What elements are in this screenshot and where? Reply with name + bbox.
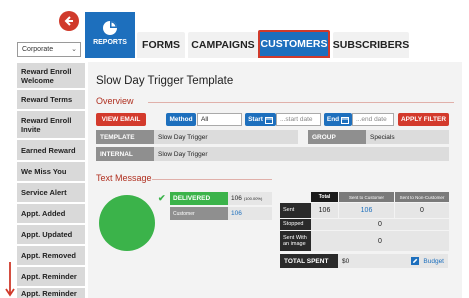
table-header-sent-customer: Sent to Customer [339, 192, 394, 202]
sidebar-item[interactable]: Appt. Reminder [17, 267, 85, 287]
table-row-label-image: Sent With an image [280, 231, 311, 251]
divider [152, 179, 272, 180]
end-date-input[interactable]: ...end date [352, 113, 394, 126]
text-message-heading: Text Message [96, 173, 152, 183]
tab-campaigns[interactable]: CAMPAIGNS [188, 32, 258, 58]
start-date-input[interactable]: ...start date [276, 113, 321, 126]
table-row-label-sent: Sent [280, 203, 311, 218]
page-title: Slow Day Trigger Template [96, 75, 234, 87]
main-panel: Slow Day Trigger Template Overview VIEW … [88, 62, 462, 298]
delivered-count: 106 [231, 195, 242, 202]
start-date-label: Start [248, 116, 263, 123]
table-cell-image: 0 [311, 231, 449, 251]
table-cell-sent-customer[interactable]: 106 [339, 203, 394, 218]
table-row-label-stopped: Stopped [280, 219, 311, 230]
end-date-label: End [326, 116, 340, 123]
sidebar-item[interactable]: Appt. Added [17, 204, 85, 224]
table-cell-sent-total: 106 [311, 203, 338, 218]
template-value: Slow Day Trigger [154, 130, 298, 144]
sidebar-item[interactable]: Appt. Updated [17, 225, 85, 245]
top-nav: REPORTS FORMS CAMPAIGNS CUSTOMERS SUBSCR… [85, 12, 469, 58]
sidebar-item[interactable]: Appt. Removed [17, 246, 85, 266]
tab-customers[interactable]: CUSTOMERS [258, 30, 330, 58]
table-header-total: Total [311, 192, 338, 202]
group-value: Specials [366, 130, 449, 144]
method-select-value: All [201, 116, 209, 123]
sidebar-item[interactable]: Earned Reward [17, 140, 85, 161]
calendar-icon [264, 116, 273, 124]
customer-value[interactable]: 106 [228, 207, 272, 220]
tab-forms[interactable]: FORMS [137, 32, 185, 58]
chevron-down-icon: ⌄ [71, 46, 77, 53]
account-select-value: Corporate [22, 46, 54, 53]
internal-label: INTERNAL [96, 147, 154, 161]
internal-value: Slow Day Trigger [154, 147, 449, 161]
tab-subscribers[interactable]: SUBSCRIBERS [333, 32, 409, 58]
check-icon: ✔ [158, 193, 166, 203]
table-cell-stopped: 0 [311, 219, 449, 230]
budget-button[interactable]: Budget [406, 254, 448, 268]
sidebar-item[interactable]: We Miss You [17, 162, 85, 182]
pie-chart-icon [103, 21, 117, 35]
customer-label: Customer [170, 207, 228, 220]
back-button[interactable] [59, 11, 79, 31]
table-cell-sent-noncustomer: 0 [395, 203, 449, 218]
view-email-button[interactable]: VIEW EMAIL [96, 113, 146, 126]
group-label: GROUP [308, 130, 366, 144]
sidebar-item[interactable]: Service Alert [17, 183, 85, 203]
account-select[interactable]: Corporate ⌄ [17, 42, 81, 57]
arrow-down-icon [5, 262, 15, 297]
tab-reports-label: REPORTS [93, 39, 127, 46]
apply-filter-button[interactable]: APPLY FILTER [398, 113, 449, 126]
tab-reports[interactable]: REPORTS [85, 12, 135, 58]
table-header-sent-noncustomer: Sent to Non-Customer [395, 192, 449, 202]
sidebar-item[interactable]: Reward Enroll Welcome [17, 63, 85, 89]
method-label: Method [166, 113, 196, 126]
total-spent-label: TOTAL SPENT [280, 254, 338, 268]
delivered-percent: (100.00%) [243, 196, 263, 201]
app-root: Corporate ⌄ REPORTS FORMS CAMPAIGNS CUST… [0, 0, 469, 298]
arrow-left-icon [64, 16, 73, 26]
start-date-button[interactable]: Start [245, 113, 276, 126]
delivered-label: DELIVERED [170, 192, 228, 205]
calendar-icon [341, 116, 350, 124]
sidebar-item[interactable]: Reward Enroll Invite [17, 111, 85, 139]
method-select[interactable]: All [197, 113, 242, 126]
delivery-pie [99, 195, 155, 251]
sidebar-item[interactable]: Appt. Reminder [17, 288, 85, 298]
template-label: TEMPLATE [96, 130, 154, 144]
overview-heading: Overview [96, 96, 134, 106]
budget-label: Budget [423, 257, 444, 265]
divider [148, 102, 454, 103]
sidebar-item[interactable]: Reward Terms [17, 90, 85, 110]
edit-icon [411, 257, 420, 265]
total-spent-value: $0 [338, 254, 406, 268]
delivered-value: 106 (100.00%) [228, 192, 272, 205]
end-date-button[interactable]: End [324, 113, 352, 126]
